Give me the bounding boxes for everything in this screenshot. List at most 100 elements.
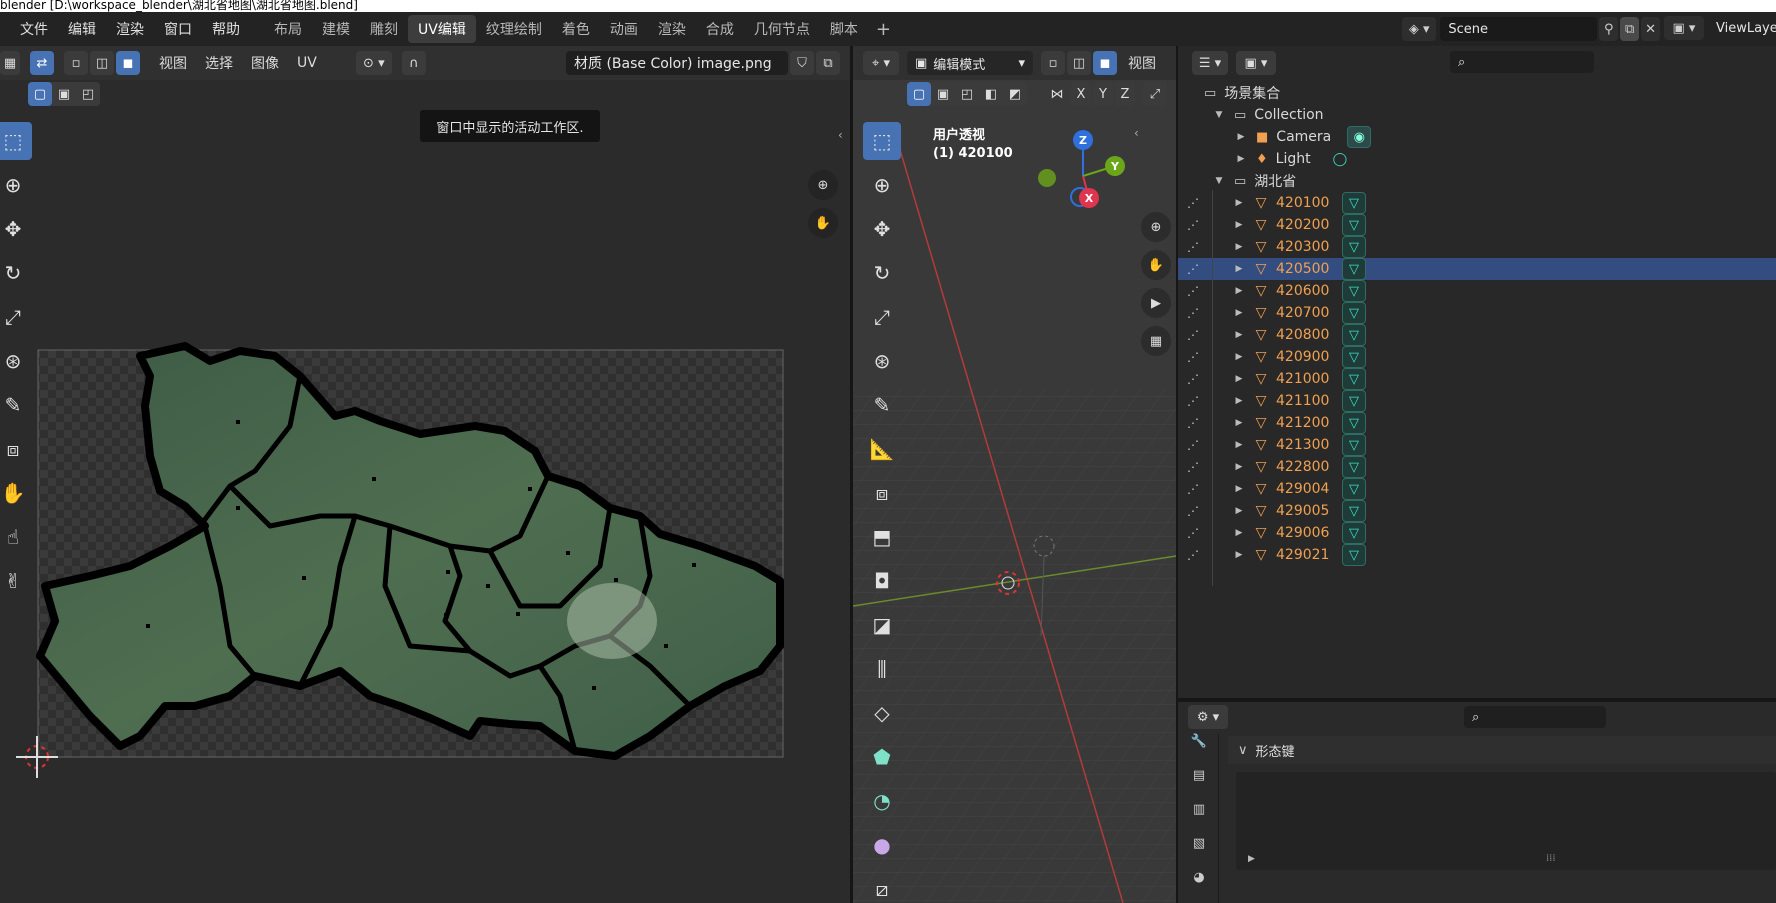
- edit-mode-toggle-icon[interactable]: ⋰: [1182, 260, 1204, 278]
- vp-measure-icon[interactable]: 📐: [863, 430, 901, 468]
- vp-add-cube-icon[interactable]: ⧈: [863, 474, 901, 512]
- axis-z-toggle[interactable]: Z: [1115, 82, 1135, 106]
- collection-row[interactable]: ▼ ▭ Collection: [1178, 104, 1776, 126]
- expand-triangle-icon[interactable]: ▶: [1232, 308, 1246, 318]
- smooth-icon[interactable]: ●: [863, 826, 901, 864]
- poly-build-icon[interactable]: ⬟: [863, 738, 901, 776]
- resize-grip-icon[interactable]: ⁞⁞⁞: [1546, 853, 1556, 864]
- vp-annotate-icon[interactable]: ✎: [863, 386, 901, 424]
- vp-menu-view[interactable]: 视图: [1119, 53, 1165, 73]
- scene-collection-row[interactable]: ▭ 场景集合: [1178, 82, 1776, 104]
- tab-geometry-nodes[interactable]: 几何节点: [744, 15, 820, 43]
- divider-uv-viewport[interactable]: [850, 46, 853, 903]
- camera-view-icon[interactable]: ▶: [1141, 288, 1171, 318]
- tool-tab-icon[interactable]: 🔧: [1191, 734, 1207, 768]
- extrude-icon[interactable]: ⬒: [863, 518, 901, 556]
- edge-slide-icon[interactable]: ⧄: [863, 870, 901, 903]
- tab-compositing[interactable]: 合成: [696, 15, 744, 43]
- shape-keys-list[interactable]: ▶ ⁞⁞⁞: [1236, 772, 1776, 870]
- scene-name-field[interactable]: Scene: [1440, 17, 1598, 41]
- render-tab-icon[interactable]: ▤: [1193, 768, 1205, 802]
- mesh-data-icon[interactable]: ▽: [1342, 236, 1366, 258]
- camera-row[interactable]: ▶ ■ Camera ◉: [1178, 126, 1776, 148]
- edit-mode-toggle-icon[interactable]: ⋰: [1182, 480, 1204, 498]
- axis-y-toggle[interactable]: Y: [1093, 82, 1113, 106]
- mesh-data-icon[interactable]: ▽: [1342, 214, 1366, 236]
- outliner-object-row[interactable]: ⋰ ▶ ▽ 429005 ▽: [1178, 500, 1776, 522]
- scene-type-icon[interactable]: ◈ ▾: [1402, 17, 1437, 41]
- outliner-object-row[interactable]: ⋰ ▶ ▽ 429004 ▽: [1178, 478, 1776, 500]
- vp-select-box-icon[interactable]: ⬚: [863, 122, 901, 160]
- mirror-icon[interactable]: ⋈: [1045, 82, 1069, 106]
- vp-pan-icon[interactable]: ✋: [1141, 250, 1171, 280]
- inset-icon[interactable]: ◘: [863, 562, 901, 600]
- camera-data-icon[interactable]: ◉: [1347, 126, 1372, 148]
- expand-triangle-icon[interactable]: ▶: [1232, 220, 1246, 230]
- outliner-object-row[interactable]: ⋰ ▶ ▽ 421100 ▽: [1178, 390, 1776, 412]
- light-row[interactable]: ▶ ♦ Light ◯: [1178, 148, 1776, 170]
- expand-triangle-icon[interactable]: ▶: [1232, 440, 1246, 450]
- outliner-object-row[interactable]: ⋰ ▶ ▽ 420500 ▽: [1178, 258, 1776, 280]
- edit-mode-toggle-icon[interactable]: ⋰: [1182, 326, 1204, 344]
- view-layer-name[interactable]: ViewLayer: [1708, 16, 1776, 40]
- view-layer-tab-icon[interactable]: ▧: [1193, 836, 1205, 870]
- mesh-data-icon[interactable]: ▽: [1342, 192, 1366, 214]
- bevel-icon[interactable]: ◪: [863, 606, 901, 644]
- loop-cut-icon[interactable]: ⫼: [863, 650, 901, 688]
- vp-scale-icon[interactable]: ⤢: [863, 298, 901, 336]
- outliner-object-row[interactable]: ⋰ ▶ ▽ 421000 ▽: [1178, 368, 1776, 390]
- view-layer-icon[interactable]: ▣ ▾: [1664, 16, 1704, 40]
- menu-render[interactable]: 渲染: [106, 19, 154, 39]
- light-data-icon[interactable]: ◯: [1333, 152, 1348, 167]
- knife-icon[interactable]: ◇: [863, 694, 901, 732]
- mesh-data-icon[interactable]: ▽: [1342, 390, 1366, 412]
- expand-triangle-icon[interactable]: ▼: [1212, 110, 1226, 120]
- edit-mode-toggle-icon[interactable]: ⋰: [1182, 392, 1204, 410]
- properties-editor-type-icon[interactable]: ⚙ ▾: [1188, 705, 1228, 729]
- vp-zoom-icon[interactable]: ⊕: [1141, 212, 1171, 242]
- edit-mode-toggle-icon[interactable]: ⋰: [1182, 238, 1204, 256]
- properties-search-field[interactable]: ⌕: [1464, 706, 1606, 728]
- tab-uv-editing[interactable]: UV编辑: [408, 15, 476, 43]
- edit-mode-toggle-icon[interactable]: ⋰: [1182, 458, 1204, 476]
- expand-triangle-icon[interactable]: ▶: [1234, 132, 1248, 142]
- tab-sculpting[interactable]: 雕刻: [360, 15, 408, 43]
- tab-shading[interactable]: 着色: [552, 15, 600, 43]
- tab-scripting[interactable]: 脚本: [820, 15, 868, 43]
- mesh-data-icon[interactable]: ▽: [1342, 258, 1366, 280]
- outliner-object-row[interactable]: ⋰ ▶ ▽ 420600 ▽: [1178, 280, 1776, 302]
- menu-edit[interactable]: 编辑: [58, 19, 106, 39]
- outliner-object-row[interactable]: ⋰ ▶ ▽ 429021 ▽: [1178, 544, 1776, 566]
- expand-triangle-icon[interactable]: ▶: [1232, 484, 1246, 494]
- menu-help[interactable]: 帮助: [202, 19, 250, 39]
- mode-selector[interactable]: ▣ 编辑模式 ▾: [907, 51, 1033, 75]
- mesh-data-icon[interactable]: ▽: [1342, 522, 1366, 544]
- edit-mode-toggle-icon[interactable]: ⋰: [1182, 502, 1204, 520]
- edit-mode-toggle-icon[interactable]: ⋰: [1182, 524, 1204, 542]
- group-collection-row[interactable]: ▼ ▭ 湖北省: [1178, 170, 1776, 192]
- tab-layout[interactable]: 布局: [264, 15, 312, 43]
- uv-canvas[interactable]: [0, 46, 850, 903]
- expand-triangle-icon[interactable]: ▶: [1232, 418, 1246, 428]
- vp-mode-intersect-icon[interactable]: ◩: [1003, 82, 1027, 106]
- expand-icon[interactable]: ⤢: [1143, 82, 1167, 106]
- mesh-data-icon[interactable]: ▽: [1342, 324, 1366, 346]
- menu-window[interactable]: 窗口: [154, 19, 202, 39]
- display-mode-icon[interactable]: ▣ ▾: [1236, 51, 1276, 75]
- outliner-object-row[interactable]: ⋰ ▶ ▽ 420700 ▽: [1178, 302, 1776, 324]
- perspective-toggle-icon[interactable]: ▦: [1141, 326, 1171, 356]
- expand-triangle-icon[interactable]: ▶: [1232, 330, 1246, 340]
- scene-tab-icon[interactable]: ◕: [1193, 870, 1204, 903]
- viewport-editor-type-icon[interactable]: ⌖ ▾: [863, 51, 899, 75]
- expand-triangle-icon[interactable]: ▼: [1212, 176, 1226, 186]
- expand-triangle-icon[interactable]: ▶: [1232, 198, 1246, 208]
- outliner-object-row[interactable]: ⋰ ▶ ▽ 420200 ▽: [1178, 214, 1776, 236]
- outliner-object-row[interactable]: ⋰ ▶ ▽ 421200 ▽: [1178, 412, 1776, 434]
- expand-triangle-icon[interactable]: ▶: [1232, 528, 1246, 538]
- mesh-data-icon[interactable]: ▽: [1342, 280, 1366, 302]
- vp-face-select-icon[interactable]: ◼: [1093, 51, 1117, 75]
- mesh-data-icon[interactable]: ▽: [1342, 456, 1366, 478]
- sidebar-toggle-icon[interactable]: ‹: [1134, 126, 1139, 140]
- axis-x-toggle[interactable]: X: [1071, 82, 1091, 106]
- outliner-object-row[interactable]: ⋰ ▶ ▽ 420900 ▽: [1178, 346, 1776, 368]
